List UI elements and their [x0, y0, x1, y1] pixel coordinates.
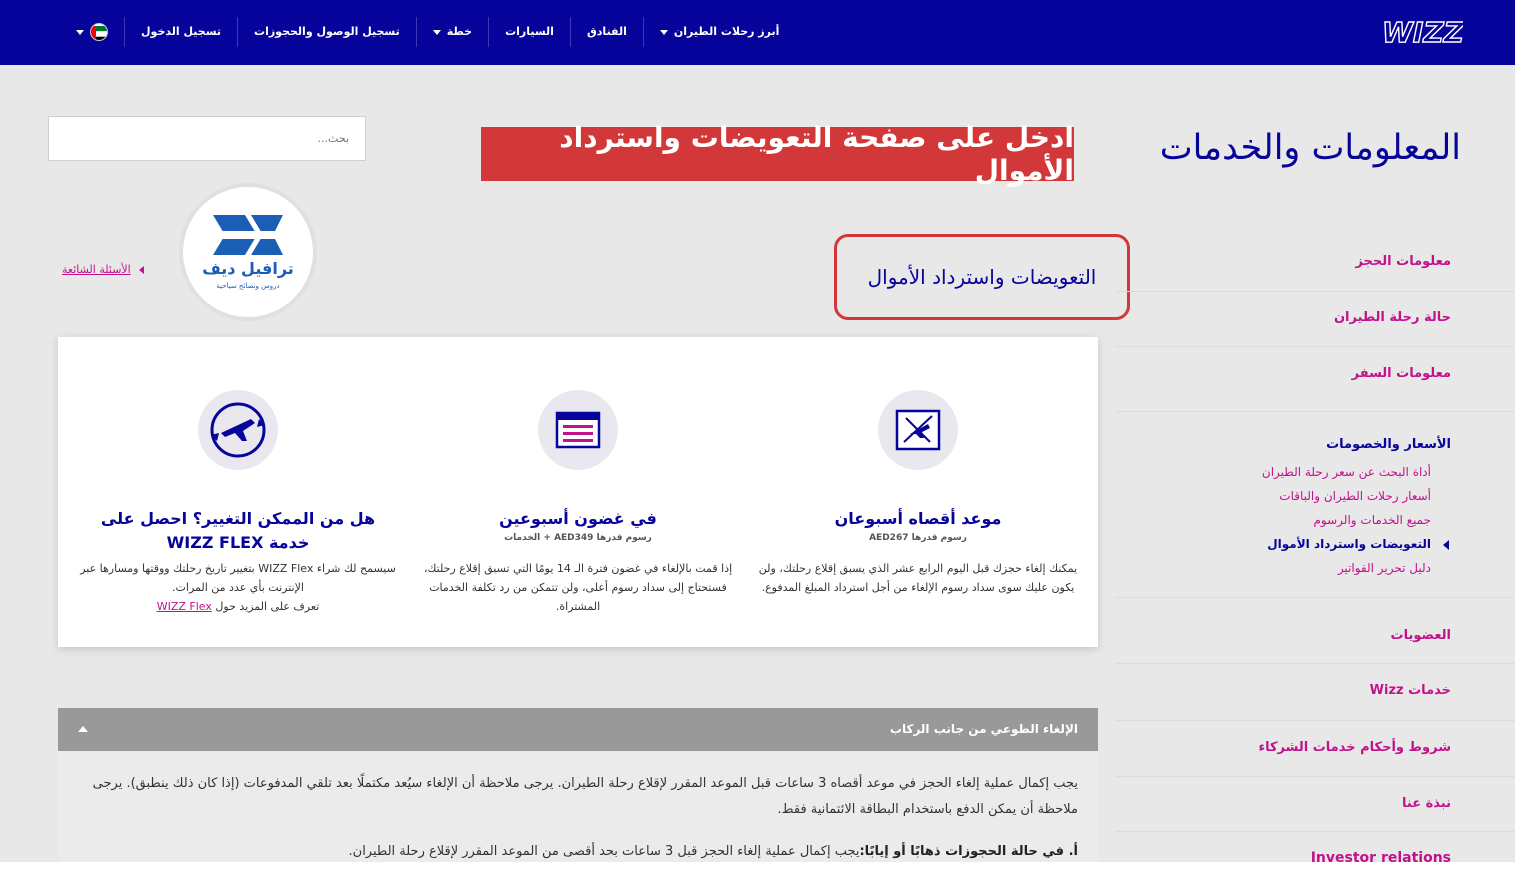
sidebar-subitem-compensation[interactable]: التعويضات واسترداد الأموال	[1267, 537, 1449, 551]
option-two-weeks: موعد أقصاه أسبوعان رسوم قدرها AED267 يمك…	[758, 337, 1078, 647]
nav-login[interactable]: تسجيل الدخول	[124, 17, 237, 47]
divider	[1115, 291, 1515, 292]
faq-back-link[interactable]: الأسئلة الشائعة	[62, 263, 144, 276]
top-navigation-bar: WIZZ أبرز رحلات الطيران الفنادق السيارات…	[0, 0, 1515, 65]
divider	[1115, 831, 1515, 832]
cancelled-flight-icon	[878, 390, 958, 470]
option-within-two-weeks: في غضون أسبوعين رسوم قدرها AED349 + الخد…	[418, 337, 738, 647]
sidebar-item-partner-terms[interactable]: شروط وأحكام خدمات الشركاء	[1258, 740, 1451, 755]
option-title: هل من الممكن التغيير؟ احصل على خدمة WIZZ…	[100, 509, 376, 552]
nav-cars[interactable]: السيارات	[488, 17, 570, 47]
faq-link-label: الأسئلة الشائعة	[62, 263, 131, 276]
accordion-paragraph: يجب إكمال عملية إلغاء الحجز في موعد أقصا…	[92, 776, 1078, 817]
accordion-header[interactable]: الإلغاء الطوعي من جانب الركاب	[58, 708, 1098, 751]
calendar-icon	[538, 390, 618, 470]
accordion-paragraph: أ. في حالة الحجوزات ذهابًا أو إيابًا:يجب…	[78, 841, 1078, 863]
option-title: في غضون أسبوعين	[499, 509, 657, 528]
option-fee: رسوم قدرها AED267	[869, 533, 967, 543]
sidebar-item-about-us[interactable]: نبذة عنا	[1402, 796, 1451, 811]
option-title: موعد أقصاه أسبوعان	[834, 509, 1002, 528]
paragraph-text: يجب إكمال عملية إلغاء الحجز قبل 3 ساعات …	[348, 844, 860, 859]
chevron-up-icon	[78, 726, 88, 732]
plane-logo-icon	[213, 215, 283, 255]
travel-dev-logo: ترافيل ديف دروس ونصائح سياحية	[183, 187, 313, 317]
bottom-strip	[0, 862, 1515, 873]
divider	[1115, 776, 1515, 777]
chevron-down-icon	[76, 29, 84, 35]
arrow-left-icon	[138, 265, 144, 274]
accordion-title: الإلغاء الطوعي من جانب الركاب	[889, 722, 1078, 736]
uae-flag-icon	[90, 23, 108, 41]
brand-name: ترافيل ديف	[202, 259, 294, 278]
search-input[interactable]	[49, 117, 365, 160]
nav-top-flights[interactable]: أبرز رحلات الطيران	[642, 17, 796, 47]
search-box	[48, 116, 366, 161]
nav-label: خطة	[446, 25, 473, 38]
sidebar-subitem-fares-bundles[interactable]: أسعار رحلات الطيران والباقات	[1279, 489, 1431, 503]
nav-label: أبرز رحلات الطيران	[673, 25, 780, 38]
sidebar-subitem-label: التعويضات واسترداد الأموال	[1267, 537, 1431, 551]
divider	[1115, 346, 1515, 347]
page-title: المعلومات والخدمات	[1159, 128, 1461, 168]
accordion-body: يجب إكمال عملية إلغاء الحجز في موعد أقصا…	[58, 751, 1098, 873]
nav-label: تسجيل الوصول والحجوزات	[254, 25, 400, 38]
learn-more-prefix: تعرف على المزيد حول	[215, 600, 320, 613]
sidebar-subitem-invoicing-guide[interactable]: دليل تحرير الفواتير	[1338, 561, 1431, 575]
nav-label: الفنادق	[586, 25, 627, 38]
sidebar-item-prices-discounts[interactable]: الأسعار والخصومات	[1326, 437, 1451, 452]
active-arrow-icon	[1443, 540, 1449, 550]
sidebar-item-wizz-services[interactable]: خدمات Wizz	[1370, 683, 1451, 698]
option-wizz-flex: هل من الممكن التغيير؟ احصل على خدمة WIZZ…	[78, 337, 398, 647]
nav-plan[interactable]: خطة	[415, 17, 488, 47]
nav-checkin-bookings[interactable]: تسجيل الوصول والحجوزات	[237, 17, 416, 47]
option-description: سيسمح لك شراء WIZZ Flex بتغيير تاريخ رحل…	[78, 559, 398, 616]
divider	[1115, 663, 1515, 664]
paragraph-bold-lead: أ. في حالة الحجوزات ذهابًا أو إيابًا:	[859, 844, 1078, 859]
nav-hotels[interactable]: الفنادق	[569, 17, 643, 47]
cancellation-options-card: موعد أقصاه أسبوعان رسوم قدرها AED267 يمك…	[58, 337, 1098, 647]
option-fee: رسوم قدرها AED349 + الخدمات	[504, 533, 652, 543]
wizz-flex-link[interactable]: WIZZ Flex	[157, 600, 212, 613]
flight-change-icon	[198, 390, 278, 470]
sidebar-item-travel-info[interactable]: معلومات السفر	[1352, 366, 1451, 381]
section-heading: التعويضات واسترداد الأموال	[834, 234, 1130, 320]
chevron-down-icon	[659, 29, 668, 35]
svg-text:WIZZ: WIZZ	[1383, 16, 1463, 49]
nav-label: السيارات	[505, 25, 554, 38]
nav-label: تسجيل الدخول	[141, 25, 222, 38]
wizz-logo[interactable]: WIZZ	[1381, 14, 1465, 50]
divider	[1115, 597, 1515, 598]
main-nav: أبرز رحلات الطيران الفنادق السيارات خطة …	[60, 17, 795, 47]
language-selector[interactable]	[60, 17, 124, 47]
chevron-down-icon	[432, 29, 441, 35]
sidebar-item-booking-info[interactable]: معلومات الحجز	[1355, 254, 1451, 269]
compensation-banner: ادخل على صفحة التعويضات واسترداد الأموال	[481, 121, 1074, 187]
option-description-text: سيسمح لك شراء WIZZ Flex بتغيير تاريخ رحل…	[80, 562, 396, 594]
sidebar-item-memberships[interactable]: العضويات	[1391, 628, 1451, 643]
sidebar-subitem-fare-finder[interactable]: أداة البحث عن سعر رحلة الطيران	[1262, 465, 1431, 479]
option-description: إذا قمت بالإلغاء في غضون فترة الـ 14 يوم…	[423, 562, 733, 613]
divider	[1115, 720, 1515, 721]
sidebar-subitem-services-fees[interactable]: جميع الخدمات والرسوم	[1314, 513, 1432, 527]
option-description: يمكنك إلغاء حجزك قبل اليوم الرابع عشر ال…	[758, 562, 1078, 594]
sidebar-item-flight-status[interactable]: حالة رحلة الطيران	[1334, 310, 1451, 325]
divider	[1115, 411, 1515, 412]
brand-tagline: دروس ونصائح سياحية	[216, 282, 280, 290]
